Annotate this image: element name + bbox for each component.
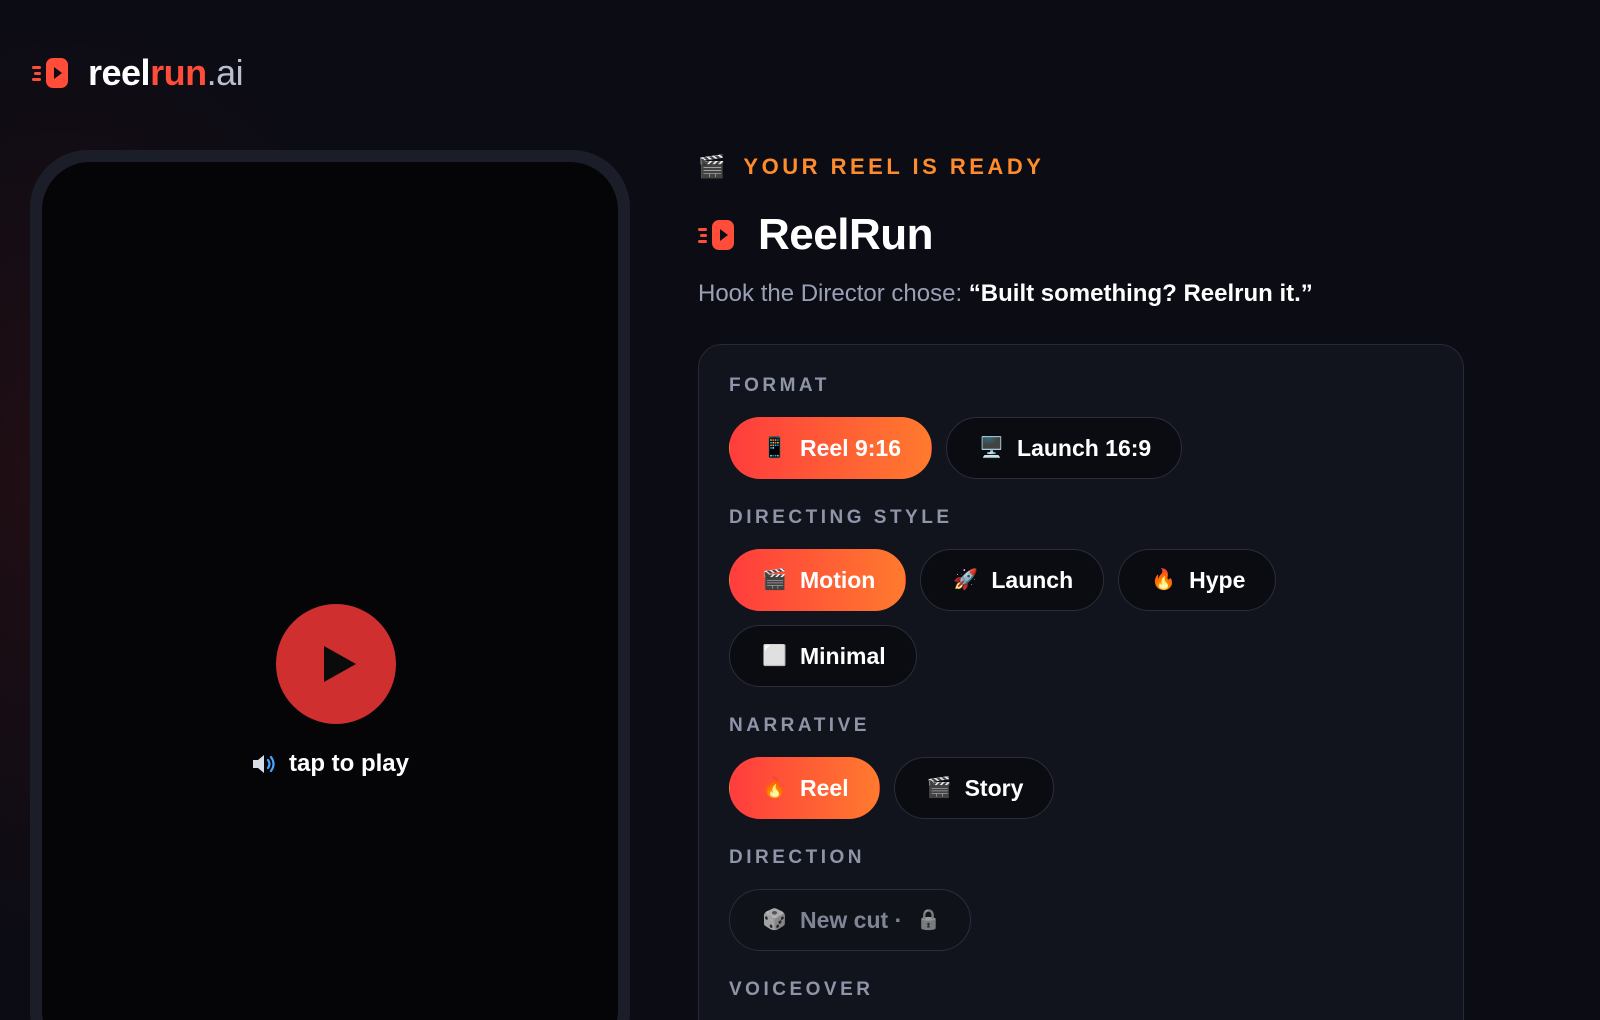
tap-to-play-label: tap to play xyxy=(288,750,409,777)
brand-part-reel: reel xyxy=(88,52,151,93)
dice-icon: 🎲 xyxy=(762,909,787,931)
format-option-reel[interactable]: 📱 Reel 9:16 xyxy=(729,417,933,479)
phone-icon: 📱 xyxy=(762,437,787,459)
square-icon: ⬜ xyxy=(762,645,787,667)
format-label: FORMAT xyxy=(729,375,830,396)
play-button[interactable] xyxy=(276,604,396,724)
new-cut-button[interactable]: 🎲 New cut · 🔒 xyxy=(729,889,972,951)
brand-part-ai: .ai xyxy=(206,52,244,93)
hook-text: “Built something? Reelrun it.” xyxy=(968,280,1313,307)
narrative-label: NARRATIVE xyxy=(729,715,870,736)
style-option-launch[interactable]: 🚀 Launch xyxy=(920,549,1105,611)
voiceover-label: VOICEOVER xyxy=(729,979,874,1000)
phone-preview-frame: tap to play xyxy=(30,150,630,1020)
style-option-hype[interactable]: 🔥 Hype xyxy=(1118,549,1277,611)
narrative-option-reel[interactable]: 🔥 Reel xyxy=(729,757,880,819)
desktop-icon: 🖥️ xyxy=(979,437,1004,459)
fire-icon: 🔥 xyxy=(762,777,787,799)
play-icon xyxy=(324,646,356,682)
ready-eyebrow: 🎬 YOUR REEL IS READY xyxy=(698,154,1044,180)
reel-title-row: ReelRun xyxy=(698,210,933,260)
style-option-motion[interactable]: 🎬 Motion xyxy=(729,549,907,611)
format-options: 📱 Reel 9:16 🖥️ Launch 16:9 xyxy=(729,417,1289,479)
brand-wordmark: reelrun.ai xyxy=(88,52,244,93)
reelrun-logo-icon xyxy=(698,220,734,250)
lock-icon: 🔒 xyxy=(916,909,942,931)
chip-label: Launch 16:9 xyxy=(1017,434,1152,461)
ready-eyebrow-text: YOUR REEL IS READY xyxy=(743,154,1045,179)
chip-label: Hype xyxy=(1189,566,1246,593)
options-card: FORMAT 📱 Reel 9:16 🖥️ Launch 16:9 DIRECT… xyxy=(698,344,1464,1020)
direction-label: DIRECTION xyxy=(729,847,865,868)
chip-label: Story xyxy=(964,774,1024,801)
clapperboard-icon: 🎬 xyxy=(926,777,952,799)
reel-title: ReelRun xyxy=(758,210,933,259)
hook-prefix: Hook the Director chose: xyxy=(698,280,969,307)
brand-logo[interactable]: reelrun.ai xyxy=(32,52,244,93)
chip-label: Reel xyxy=(800,774,849,801)
video-player[interactable]: tap to play xyxy=(42,162,618,1020)
fire-icon: 🔥 xyxy=(1151,569,1177,591)
hook-line: Hook the Director chose: “Built somethin… xyxy=(698,280,1313,308)
reelrun-logo-icon xyxy=(32,58,68,88)
chip-label: Minimal xyxy=(800,642,886,669)
directing-style-label: DIRECTING STYLE xyxy=(729,507,953,528)
chip-label: Motion xyxy=(800,566,876,593)
rocket-icon: 🚀 xyxy=(953,569,979,591)
chip-label: New cut · xyxy=(800,906,903,933)
speaker-icon xyxy=(252,755,275,773)
chip-label: Reel 9:16 xyxy=(800,434,902,461)
chip-label: Launch xyxy=(991,566,1074,593)
style-options: 🎬 Motion 🚀 Launch 🔥 Hype ⬜ Minimal xyxy=(729,549,1289,687)
style-option-minimal[interactable]: ⬜ Minimal xyxy=(729,625,917,687)
clapperboard-icon: 🎬 xyxy=(698,154,726,179)
brand-part-run: run xyxy=(150,52,207,93)
clapperboard-icon: 🎬 xyxy=(762,569,787,591)
tap-to-play-hint[interactable]: tap to play xyxy=(42,750,618,778)
narrative-options: 🔥 Reel 🎬 Story xyxy=(729,757,1289,819)
direction-options: 🎲 New cut · 🔒 xyxy=(729,889,1289,951)
format-option-launch[interactable]: 🖥️ Launch 16:9 xyxy=(946,417,1183,479)
narrative-option-story[interactable]: 🎬 Story xyxy=(893,757,1055,819)
